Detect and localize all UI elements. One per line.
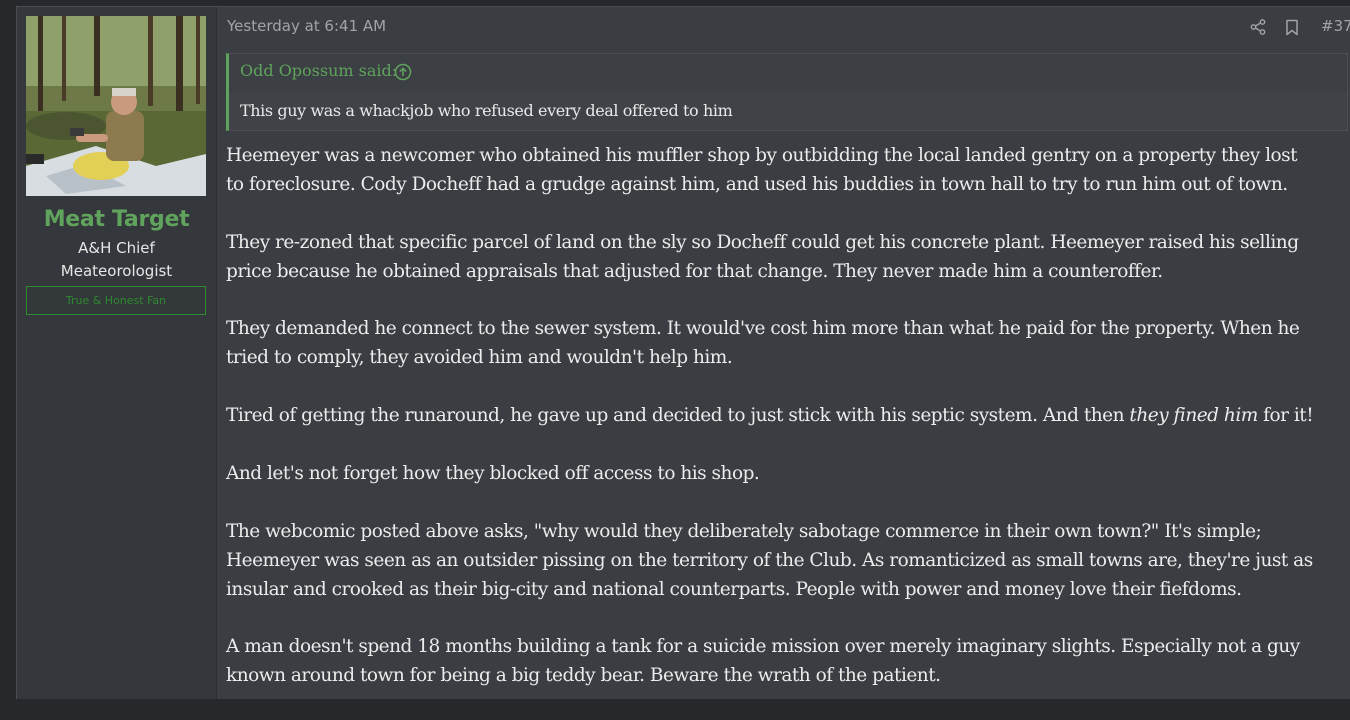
paragraph: The webcomic posted above asks, "why wou… bbox=[226, 518, 1350, 605]
bookmark-icon[interactable] bbox=[1285, 19, 1299, 41]
text-line: known around town for being a big teddy … bbox=[226, 665, 941, 687]
user-banner: True & Honest Fan bbox=[26, 286, 206, 315]
text-line: to foreclosure. Cody Docheff had a grudg… bbox=[226, 173, 1288, 195]
text-line: And let's not forget how they blocked of… bbox=[226, 462, 760, 484]
share-icon[interactable] bbox=[1250, 19, 1266, 40]
paragraph: And let's not forget how they blocked of… bbox=[226, 460, 1350, 489]
paragraph: Heemeyer was a newcomer who obtained his… bbox=[226, 142, 1350, 200]
text-line: price because he obtained appraisals tha… bbox=[226, 260, 1163, 282]
paragraph: Tired of getting the runaround, he gave … bbox=[226, 402, 1350, 431]
text-line: They demanded he connect to the sewer sy… bbox=[226, 318, 1300, 340]
username[interactable]: Meat Target bbox=[17, 207, 216, 232]
post-body: Heemeyer was a newcomer who obtained his… bbox=[226, 142, 1350, 720]
text-line: tried to comply, they avoided him and wo… bbox=[226, 347, 733, 369]
text-line: Heemeyer was a newcomer who obtained his… bbox=[226, 145, 1298, 166]
paragraph: They re-zoned that specific parcel of la… bbox=[226, 229, 1350, 287]
arrow-up-circle-icon[interactable] bbox=[394, 63, 412, 86]
user-title-line2: Meateorologist bbox=[60, 262, 173, 280]
avatar-image bbox=[26, 16, 206, 196]
post-timestamp[interactable]: Yesterday at 6:41 AM bbox=[227, 17, 386, 35]
text-line: The webcomic posted above asks, "why wou… bbox=[226, 520, 1262, 542]
emphasis-text: they fined him bbox=[1129, 405, 1258, 427]
quote-author[interactable]: Odd Opossum said: bbox=[240, 61, 397, 80]
text-line: for it! bbox=[1257, 405, 1314, 427]
quote-text: This guy was a whackjob who refused ever… bbox=[240, 101, 733, 120]
text-line: They re-zoned that specific parcel of la… bbox=[226, 231, 1299, 253]
user-sidebar: Meat Target A&H Chief Meateorologist Tru… bbox=[17, 7, 217, 699]
text-line: Tired of getting the runaround, he gave … bbox=[226, 405, 1130, 427]
avatar[interactable] bbox=[26, 16, 206, 196]
quote-block: Odd Opossum said: This guy was a whackjo… bbox=[226, 53, 1348, 131]
quote-header: Odd Opossum said: bbox=[229, 54, 1347, 92]
paragraph: They demanded he connect to the sewer sy… bbox=[226, 315, 1350, 373]
text-line: insular and crooked as their big-city an… bbox=[226, 578, 1242, 600]
user-title-line1: A&H Chief bbox=[78, 239, 155, 257]
post-container: Meat Target A&H Chief Meateorologist Tru… bbox=[16, 6, 1350, 699]
paragraph: A man doesn't spend 18 months building a… bbox=[226, 633, 1350, 691]
post-number[interactable]: #37 bbox=[1321, 17, 1350, 35]
text-line: Heemeyer was seen as an outsider pissing… bbox=[226, 549, 1313, 571]
text-line: A man doesn't spend 18 months building a… bbox=[226, 636, 1300, 658]
